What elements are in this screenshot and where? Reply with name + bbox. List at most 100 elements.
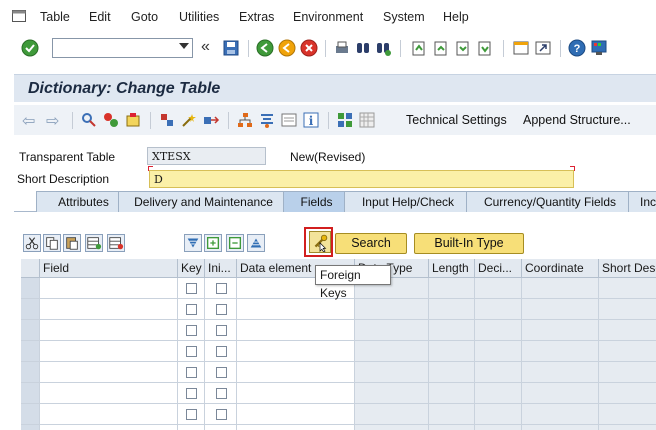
cell-initial[interactable] xyxy=(205,278,237,299)
arrow-left-icon[interactable]: ⇦ xyxy=(22,111,35,131)
tab-attributes[interactable]: Attributes xyxy=(36,191,131,212)
checkbox[interactable] xyxy=(186,388,197,399)
cell-key[interactable] xyxy=(178,404,205,425)
cell-key[interactable] xyxy=(178,320,205,341)
chevron-down-icon[interactable] xyxy=(179,43,189,49)
checkbox[interactable] xyxy=(186,367,197,378)
cell-field[interactable] xyxy=(40,425,178,430)
copy-icon[interactable] xyxy=(43,234,61,252)
checkbox[interactable] xyxy=(186,346,197,357)
other-object-icon[interactable] xyxy=(124,111,142,129)
table-name-field[interactable]: XTESX xyxy=(147,147,266,165)
table-contents-icon[interactable] xyxy=(358,111,376,129)
cell-initial[interactable] xyxy=(205,404,237,425)
cell-data-element[interactable] xyxy=(237,425,355,430)
cell-key[interactable] xyxy=(178,299,205,320)
tab-fields[interactable]: Fields xyxy=(283,191,350,212)
col-short-description[interactable]: Short Descript xyxy=(599,259,656,278)
last-page-icon[interactable] xyxy=(476,39,494,57)
next-page-icon[interactable] xyxy=(454,39,472,57)
cell-data-element[interactable] xyxy=(237,404,355,425)
menu-utilities[interactable]: Utilities xyxy=(179,10,219,24)
col-coordinate[interactable]: Coordinate xyxy=(522,259,599,278)
tab-delivery-maintenance[interactable]: Delivery and Maintenance xyxy=(118,191,289,212)
cell-field[interactable] xyxy=(40,299,178,320)
customize-layout-icon[interactable] xyxy=(590,39,608,57)
cell-data-element[interactable] xyxy=(237,341,355,362)
find-next-icon[interactable] xyxy=(374,39,392,57)
cell-field[interactable] xyxy=(40,362,178,383)
row-selector[interactable] xyxy=(21,278,40,299)
first-page-icon[interactable] xyxy=(410,39,428,57)
save-icon[interactable] xyxy=(222,39,240,57)
row-selector[interactable] xyxy=(21,404,40,425)
exit-icon[interactable] xyxy=(278,39,296,57)
check-icon[interactable] xyxy=(21,39,39,57)
cell-initial[interactable] xyxy=(205,341,237,362)
deselect-all-icon[interactable] xyxy=(226,234,244,252)
foreign-keys-icon[interactable] xyxy=(309,231,331,253)
menu-system[interactable]: System xyxy=(383,10,425,24)
row-selector[interactable] xyxy=(21,362,40,383)
cell-data-element[interactable] xyxy=(237,320,355,341)
checkbox[interactable] xyxy=(186,283,197,294)
builtin-type-button[interactable]: Built-In Type xyxy=(414,233,524,254)
checkbox[interactable] xyxy=(216,346,227,357)
tab-input-help-check[interactable]: Input Help/Check xyxy=(344,191,472,212)
display-change-icon[interactable] xyxy=(80,111,98,129)
menu-environment[interactable]: Environment xyxy=(293,10,363,24)
tab-currency-quantity-fields[interactable]: Currency/Quantity Fields xyxy=(466,191,634,212)
checkbox[interactable] xyxy=(186,325,197,336)
menu-goto[interactable]: Goto xyxy=(131,10,158,24)
col-key[interactable]: Key xyxy=(178,259,205,278)
arrow-right-icon[interactable]: ⇨ xyxy=(46,111,59,131)
row-selector[interactable] xyxy=(21,299,40,320)
tab-include[interactable]: Inc xyxy=(628,191,656,212)
find-icon[interactable] xyxy=(354,39,372,57)
checkbox[interactable] xyxy=(216,367,227,378)
search-button[interactable]: Search xyxy=(335,233,407,254)
information-icon[interactable]: i xyxy=(302,111,320,129)
menu-icon[interactable] xyxy=(12,10,26,22)
cell-initial[interactable] xyxy=(205,299,237,320)
cell-key[interactable] xyxy=(178,425,205,430)
cell-initial[interactable] xyxy=(205,383,237,404)
check-object-icon[interactable] xyxy=(158,111,176,129)
sort-ascending-icon[interactable] xyxy=(247,234,265,252)
active-inactive-icon[interactable] xyxy=(102,111,120,129)
cell-data-element[interactable] xyxy=(237,362,355,383)
col-field[interactable]: Field xyxy=(40,259,178,278)
back-double-icon[interactable]: « xyxy=(201,39,219,57)
col-decimals[interactable]: Deci... xyxy=(475,259,522,278)
print-icon[interactable] xyxy=(333,39,351,57)
menu-edit[interactable]: Edit xyxy=(89,10,111,24)
checkbox[interactable] xyxy=(216,409,227,420)
cell-key[interactable] xyxy=(178,362,205,383)
navigation-window-icon[interactable] xyxy=(258,111,276,129)
help-icon[interactable]: ? xyxy=(568,39,586,57)
short-description-field[interactable]: D xyxy=(149,170,574,188)
cell-initial[interactable] xyxy=(205,320,237,341)
checkbox[interactable] xyxy=(216,388,227,399)
paste-icon[interactable] xyxy=(63,234,81,252)
row-selector[interactable] xyxy=(21,320,40,341)
row-selector[interactable] xyxy=(21,383,40,404)
row-selector[interactable] xyxy=(21,425,40,430)
sort-descending-icon[interactable] xyxy=(184,234,202,252)
checkbox[interactable] xyxy=(216,304,227,315)
menu-table[interactable]: Table xyxy=(40,10,70,24)
shortcut-icon[interactable] xyxy=(534,39,552,57)
col-length[interactable]: Length xyxy=(429,259,475,278)
menu-extras[interactable]: Extras xyxy=(239,10,274,24)
cell-field[interactable] xyxy=(40,383,178,404)
checkbox[interactable] xyxy=(186,409,197,420)
col-initial[interactable]: Ini... xyxy=(205,259,237,278)
insert-row-icon[interactable] xyxy=(85,234,103,252)
prev-page-icon[interactable] xyxy=(432,39,450,57)
create-session-icon[interactable] xyxy=(512,39,530,57)
command-field[interactable] xyxy=(52,38,193,58)
cell-key[interactable] xyxy=(178,278,205,299)
cell-initial[interactable] xyxy=(205,362,237,383)
select-all-icon[interactable] xyxy=(204,234,222,252)
cell-field[interactable] xyxy=(40,341,178,362)
